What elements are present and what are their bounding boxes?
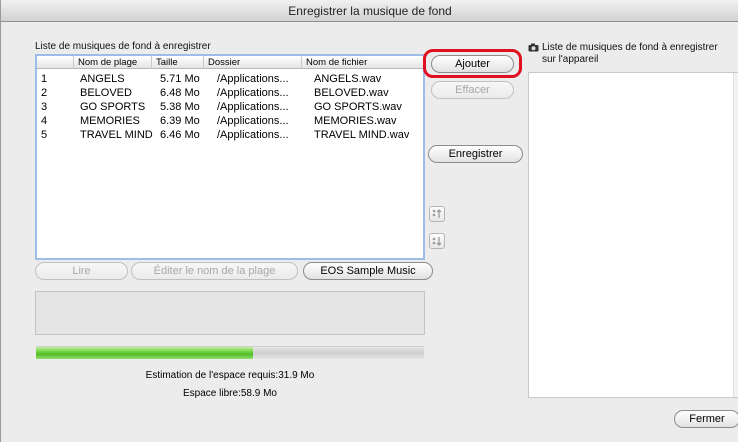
row-size: 6.46 Mo [160,129,200,141]
row-size: 5.71 Mo [160,73,200,85]
row-track-name: GO SPORTS [80,101,146,113]
row-filename: ANGELS.wav [314,73,382,85]
row-track-name: MEMORIES [80,115,140,127]
row-filename: GO SPORTS.wav [314,101,402,113]
row-folder: /Applications... [217,115,289,127]
row-folder: /Applications... [217,87,289,99]
row-track-name: ANGELS [80,73,125,85]
row-size: 5.38 Mo [160,101,200,113]
col-header-name[interactable]: Nom de plage [74,56,152,69]
camera-music-list[interactable] [528,72,738,398]
table-row[interactable]: 1 ANGELS 5.71 Mo /Applications... ANGELS… [37,73,423,86]
table-row[interactable]: 2 BELOVED 6.48 Mo /Applications... BELOV… [37,87,423,100]
row-filename: TRAVEL MIND.wav [314,129,410,141]
espace-libre-text: Espace libre:58.9 Mo [183,388,277,399]
row-number: 2 [41,87,48,99]
right-list-scrollbar[interactable] [733,73,738,397]
row-filename: BELOVED.wav [314,87,389,99]
row-folder: /Applications... [217,101,289,113]
table-row[interactable]: 5 TRAVEL MIND 6.46 Mo /Applications... T… [37,129,423,142]
row-number: 5 [41,129,48,141]
dialog-window: Enregistrer la musique de fond Liste de … [0,0,738,442]
row-folder: /Applications... [217,129,289,141]
right-list-label-line2: sur l'appareil [542,54,599,65]
estimation-text: Estimation de l'espace requis:31.9 Mo [145,370,315,381]
fermer-button[interactable]: Fermer [674,410,738,428]
effacer-button[interactable]: Effacer [431,81,514,99]
move-down-glyph [432,237,442,246]
col-header-folder[interactable]: Dossier [204,56,302,69]
row-size: 6.39 Mo [160,115,200,127]
music-table[interactable]: Nom de plage Taille Dossier Nom de fichi… [35,54,425,260]
table-row[interactable]: 4 MEMORIES 6.39 Mo /Applications... MEMO… [37,115,423,128]
space-progress-bar [36,346,424,359]
col-header-num[interactable] [37,56,74,69]
col-header-size[interactable]: Taille [152,56,204,69]
enregistrer-button[interactable]: Enregistrer [428,145,523,163]
row-size: 6.48 Mo [160,87,200,99]
ajouter-button[interactable]: Ajouter [431,55,514,73]
move-down-icon[interactable] [429,233,445,249]
left-list-label: Liste de musiques de fond à enregistrer [35,41,211,52]
window-title: Enregistrer la musique de fond [1,0,738,22]
editer-nom-plage-button[interactable]: Éditer le nom de la plage [131,262,298,280]
row-folder: /Applications... [217,73,289,85]
camera-icon [528,43,539,52]
row-number: 4 [41,115,48,127]
track-info-box [35,291,425,335]
move-up-glyph [432,209,442,218]
camera-glyph [528,43,539,52]
space-progress-fill [36,347,254,359]
table-header: Nom de plage Taille Dossier Nom de fichi… [37,56,423,69]
row-number: 3 [41,101,48,113]
col-header-file[interactable]: Nom de fichier [302,56,423,69]
row-track-name: TRAVEL MIND [80,129,153,141]
lire-button[interactable]: Lire [35,262,128,280]
move-up-icon[interactable] [429,206,445,222]
row-filename: MEMORIES.wav [314,115,397,127]
row-track-name: BELOVED [80,87,132,99]
eos-sample-music-button[interactable]: EOS Sample Music [303,262,433,280]
right-list-label-line1: Liste de musiques de fond à enregistrer [542,42,718,53]
row-number: 1 [41,73,48,85]
table-row[interactable]: 3 GO SPORTS 5.38 Mo /Applications... GO … [37,101,423,114]
